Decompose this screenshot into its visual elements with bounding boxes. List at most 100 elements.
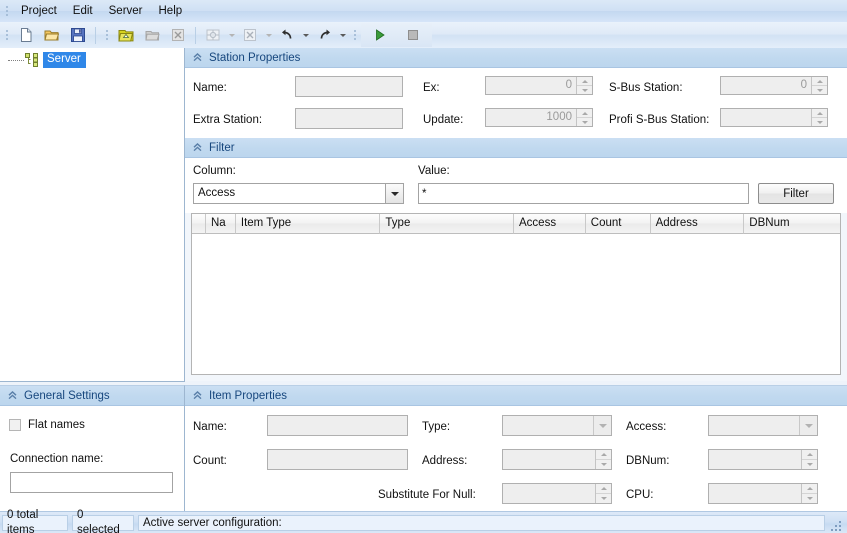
menu-item-project[interactable]: Project [13, 1, 65, 22]
filter-value-input[interactable] [418, 183, 749, 204]
item-type-select[interactable] [502, 415, 612, 436]
undo-dropdown-arrow[interactable] [300, 24, 311, 46]
flat-names-checkbox[interactable] [9, 419, 21, 431]
extra-station-input[interactable] [295, 108, 403, 129]
sbus-station-spinner[interactable]: 0 [720, 76, 828, 95]
item-address-spinner[interactable] [502, 449, 612, 470]
collapse-chevron-icon[interactable] [191, 51, 204, 64]
table-header-address[interactable]: Address [651, 214, 745, 234]
station-properties-header[interactable]: Station Properties [185, 48, 847, 68]
spinner-down-icon[interactable] [802, 460, 817, 469]
item-address-value [503, 450, 595, 469]
spinner-up-icon[interactable] [596, 450, 611, 460]
item-dbnum-spinner[interactable] [708, 449, 818, 470]
table-header-type[interactable]: Type [380, 214, 514, 234]
new-file-icon [18, 27, 34, 43]
filter-apply-button[interactable]: Filter [758, 183, 834, 204]
ex-spinner[interactable]: 0 [485, 76, 593, 95]
spinner-down-icon[interactable] [812, 86, 827, 94]
spinner-up-icon[interactable] [812, 109, 827, 118]
save-button[interactable] [66, 23, 90, 47]
folder-button [140, 23, 164, 47]
chevron-down-icon[interactable] [593, 416, 611, 435]
menu-item-help[interactable]: Help [151, 1, 191, 22]
tree-item-label[interactable]: Server [43, 52, 86, 68]
table-header-na[interactable]: Na [206, 214, 236, 234]
item-name-input[interactable] [267, 415, 408, 436]
open-folder-icon [44, 27, 60, 43]
import-icon [205, 27, 221, 43]
update-spinner[interactable]: 1000 [485, 108, 593, 127]
toolbar-drag-grip-3[interactable] [351, 27, 359, 43]
spinner-up-icon[interactable] [577, 77, 592, 86]
spinner-down-icon[interactable] [596, 494, 611, 503]
profi-spinner-buttons[interactable] [811, 109, 827, 126]
open-file-button[interactable] [40, 23, 64, 47]
flat-names-row[interactable]: Flat names [9, 419, 85, 431]
substitute-spinner-buttons[interactable] [595, 484, 611, 503]
address-spinner-buttons[interactable] [595, 450, 611, 469]
toolbar-drag-grip-2[interactable] [103, 27, 111, 43]
spinner-up-icon[interactable] [577, 109, 592, 118]
undo-button[interactable] [275, 23, 299, 47]
stop-button [401, 23, 425, 47]
add-station-button[interactable] [114, 23, 138, 47]
item-cpu-spinner[interactable] [708, 483, 818, 504]
resize-grip[interactable] [831, 518, 844, 531]
menu-item-edit[interactable]: Edit [65, 1, 101, 22]
sbus-spinner-buttons[interactable] [811, 77, 827, 94]
spinner-up-icon[interactable] [802, 450, 817, 460]
update-spinner-buttons[interactable] [576, 109, 592, 126]
chevron-down-icon[interactable] [385, 184, 403, 203]
add-station-icon [118, 27, 134, 43]
redo-button[interactable] [312, 23, 336, 47]
spinner-down-icon[interactable] [596, 460, 611, 469]
server-tree-panel[interactable]: Server [0, 48, 185, 382]
ex-spinner-buttons[interactable] [576, 77, 592, 94]
table-body-empty[interactable] [192, 234, 840, 375]
redo-dropdown-arrow[interactable] [337, 24, 348, 46]
item-properties-title: Item Properties [209, 390, 287, 402]
filter-column-select[interactable]: Access [193, 183, 404, 204]
cpu-spinner-buttons[interactable] [801, 484, 817, 503]
collapse-chevron-icon[interactable] [191, 141, 204, 154]
new-file-button[interactable] [14, 23, 38, 47]
stop-icon [406, 28, 420, 42]
spinner-down-icon[interactable] [577, 118, 592, 126]
item-properties-header[interactable]: Item Properties [185, 386, 847, 406]
connection-name-input[interactable] [10, 472, 173, 493]
general-settings-header[interactable]: General Settings [0, 386, 184, 406]
spinner-down-icon[interactable] [812, 118, 827, 126]
station-name-input[interactable] [295, 76, 403, 97]
item-substitute-spinner[interactable] [502, 483, 612, 504]
toolbar-group-run [361, 23, 432, 47]
connection-name-label: Connection name: [10, 453, 103, 465]
filter-header[interactable]: Filter [185, 138, 847, 158]
item-count-input[interactable] [267, 449, 408, 470]
collapse-chevron-icon[interactable] [191, 389, 204, 402]
spinner-up-icon[interactable] [812, 77, 827, 86]
chevron-down-icon[interactable] [799, 416, 817, 435]
table-header-access[interactable]: Access [514, 214, 586, 234]
station-properties-title: Station Properties [209, 52, 300, 64]
table-header-item-type[interactable]: Item Type [236, 214, 381, 234]
tree-item-server[interactable]: Server [0, 52, 184, 67]
spinner-up-icon[interactable] [802, 484, 817, 494]
spinner-down-icon[interactable] [802, 494, 817, 503]
toolbar-separator-2 [195, 27, 196, 44]
dbnum-spinner-buttons[interactable] [801, 450, 817, 469]
item-access-select[interactable] [708, 415, 818, 436]
spinner-up-icon[interactable] [596, 484, 611, 494]
table-header-dbnum[interactable]: DBNum [744, 214, 840, 234]
run-button[interactable] [368, 23, 392, 47]
toolbar-drag-grip-1[interactable] [3, 27, 11, 43]
profi-sbus-station-spinner[interactable] [720, 108, 828, 127]
export-icon [242, 27, 258, 43]
table-header-corner[interactable] [192, 214, 206, 234]
spinner-down-icon[interactable] [577, 86, 592, 94]
menu-drag-grip[interactable] [3, 3, 11, 19]
menu-item-server[interactable]: Server [101, 1, 151, 22]
table-header-count[interactable]: Count [586, 214, 651, 234]
items-table[interactable]: Na Item Type Type Access Count Address D… [191, 213, 841, 375]
collapse-chevron-icon[interactable] [6, 389, 19, 402]
